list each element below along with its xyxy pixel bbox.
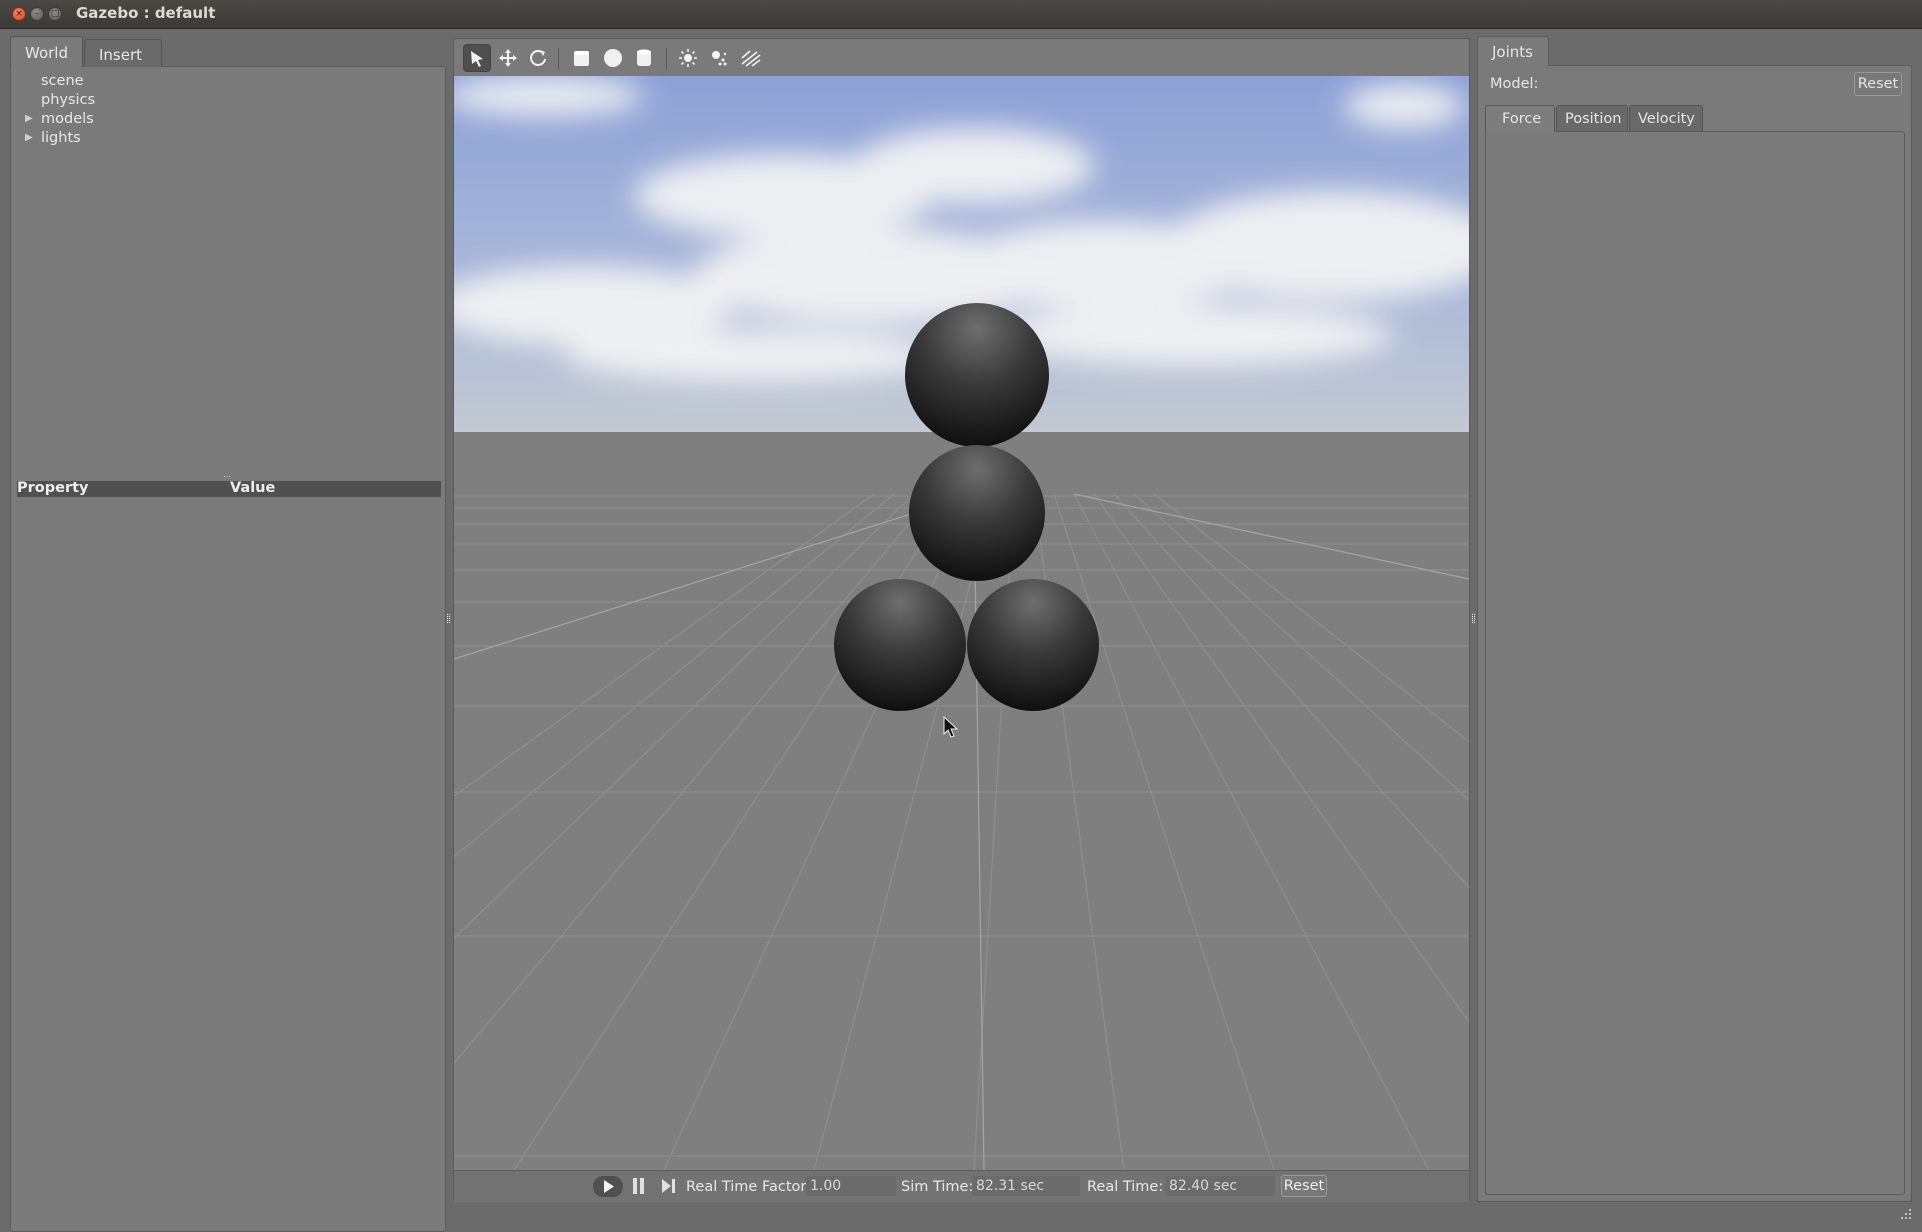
tab-insert[interactable]: Insert xyxy=(84,39,162,67)
toolbar xyxy=(454,39,1469,76)
insert-cylinder-button[interactable] xyxy=(630,44,658,72)
step-button[interactable] xyxy=(661,1177,677,1195)
expand-arrow-icon[interactable]: ▶ xyxy=(25,113,33,124)
point-light-icon xyxy=(679,49,697,67)
model-label: Model: xyxy=(1490,76,1539,92)
window-minimize-button[interactable]: – xyxy=(30,7,44,21)
window-maximize-button[interactable]: □ xyxy=(48,7,62,21)
real-time-factor-value: 1.00 xyxy=(806,1176,896,1196)
sphere-model[interactable] xyxy=(967,579,1099,711)
3d-viewport[interactable] xyxy=(454,76,1469,1170)
box-shape-icon xyxy=(574,51,589,66)
pause-button[interactable] xyxy=(631,1177,647,1195)
column-header-property[interactable]: Property xyxy=(17,480,89,496)
step-icon xyxy=(662,1179,675,1193)
rotate-icon xyxy=(530,50,546,66)
cylinder-shape-icon xyxy=(637,49,651,66)
sphere-model[interactable] xyxy=(909,445,1045,581)
translate-icon xyxy=(499,49,517,67)
tree-item-models[interactable]: models xyxy=(41,111,94,127)
tab-position[interactable]: Position xyxy=(1556,105,1628,131)
sim-time-value: 82.31 sec xyxy=(972,1176,1080,1196)
sphere-shape-icon xyxy=(604,49,622,67)
select-mode-button[interactable] xyxy=(463,44,491,72)
right-panel: Model: Reset Force Position Velocity Joi… xyxy=(1477,36,1912,1202)
real-time-label: Real Time: xyxy=(1087,1179,1164,1195)
sim-time-label: Sim Time: xyxy=(901,1179,974,1195)
directional-light-icon xyxy=(741,50,761,67)
column-header-value[interactable]: Value xyxy=(230,480,275,496)
sphere-model[interactable] xyxy=(905,303,1049,447)
play-button[interactable] xyxy=(593,1176,623,1197)
tree-item-lights[interactable]: lights xyxy=(41,130,81,146)
tab-world[interactable]: World xyxy=(10,36,83,67)
joints-reset-button[interactable]: Reset xyxy=(1854,72,1902,96)
sphere-model[interactable] xyxy=(834,579,966,711)
window-titlebar: × – □ Gazebo : default xyxy=(0,0,1922,29)
insert-point-light-button[interactable] xyxy=(674,44,702,72)
real-time-factor-label: Real Time Factor: xyxy=(686,1179,811,1195)
toolbar-separator xyxy=(666,48,667,70)
spot-light-icon xyxy=(712,51,727,66)
expand-arrow-icon[interactable]: ▶ xyxy=(25,132,33,143)
window-close-button[interactable]: × xyxy=(12,7,26,21)
right-splitter-handle[interactable] xyxy=(1472,614,1475,623)
tree-item-scene[interactable]: scene xyxy=(41,73,84,89)
reset-time-button[interactable]: Reset xyxy=(1281,1175,1327,1197)
left-panel: scene physics ▶ models ▶ lights ⋯ Proper… xyxy=(10,36,446,1232)
insert-sphere-button[interactable] xyxy=(599,44,627,72)
rotate-mode-button[interactable] xyxy=(524,44,552,72)
simulation-status-bar: Real Time Factor: 1.00 Sim Time: 82.31 s… xyxy=(454,1170,1469,1202)
joint-control-content xyxy=(1485,131,1905,1195)
render-panel: Real Time Factor: 1.00 Sim Time: 82.31 s… xyxy=(453,38,1470,1202)
tree-item-physics[interactable]: physics xyxy=(41,92,95,108)
pause-icon xyxy=(633,1178,644,1194)
arrow-select-icon xyxy=(471,51,483,67)
play-icon xyxy=(604,1180,614,1193)
insert-box-button[interactable] xyxy=(568,44,596,72)
scene-render xyxy=(454,76,1469,1170)
insert-directional-light-button[interactable] xyxy=(736,44,764,72)
toolbar-separator xyxy=(558,48,559,70)
tab-force[interactable]: Force xyxy=(1485,105,1555,132)
window-title: Gazebo : default xyxy=(76,4,216,22)
property-table-header: Property Value xyxy=(17,480,441,497)
resize-grip-icon[interactable] xyxy=(1898,1206,1912,1220)
panel-splitter-handle[interactable]: ⋯ xyxy=(223,472,231,481)
joints-panel: Model: Reset Force Position Velocity xyxy=(1477,65,1912,1202)
left-splitter-handle[interactable] xyxy=(447,614,450,623)
translate-mode-button[interactable] xyxy=(494,44,522,72)
insert-spot-light-button[interactable] xyxy=(705,44,733,72)
world-panel: scene physics ▶ models ▶ lights ⋯ Proper… xyxy=(10,66,446,1232)
real-time-value: 82.40 sec xyxy=(1165,1176,1275,1196)
tab-velocity[interactable]: Velocity xyxy=(1629,105,1703,131)
tab-joints[interactable]: Joints xyxy=(1477,36,1549,66)
